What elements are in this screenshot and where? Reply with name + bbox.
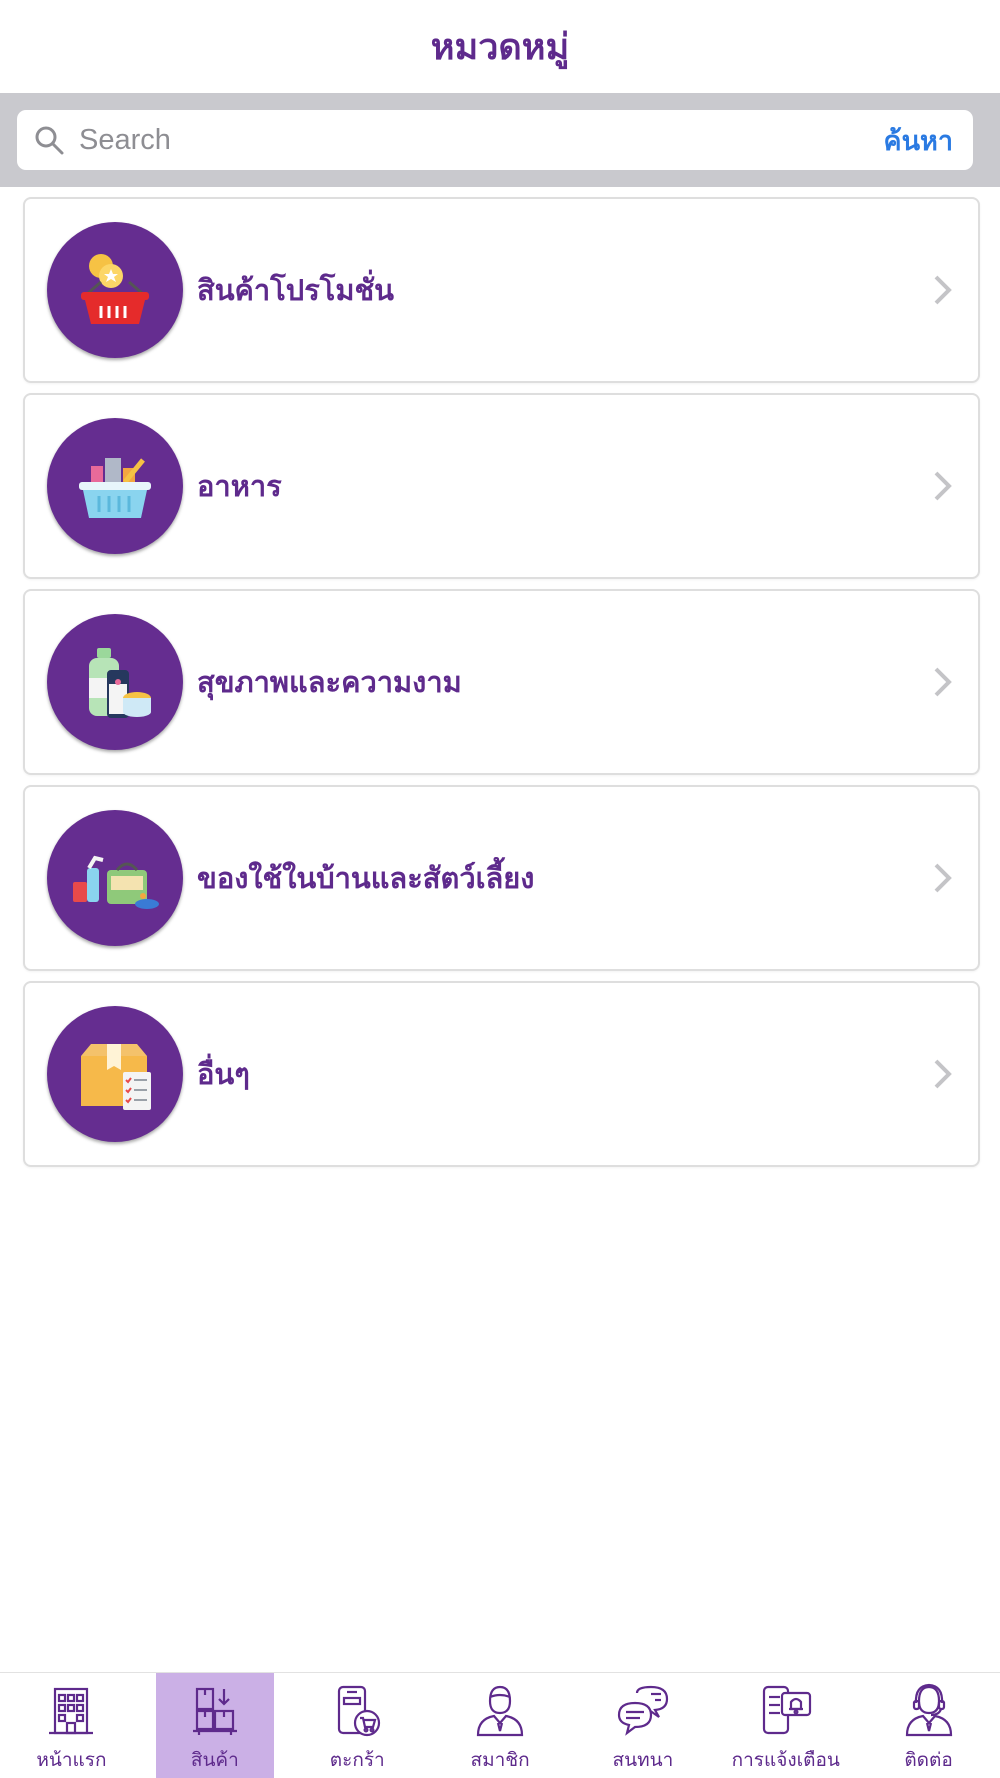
tab-notifications[interactable]: การแจ้งเตือน — [714, 1673, 857, 1778]
household-pets-icon — [47, 810, 183, 946]
category-item-promotion[interactable]: สินค้าโปรโมชั่น — [23, 197, 980, 383]
tab-home[interactable]: หน้าแรก — [0, 1673, 143, 1778]
search-input[interactable] — [79, 123, 884, 157]
boxes-icon — [192, 1687, 237, 1735]
category-item-household-pets[interactable]: ของใช้ในบ้านและสัตว์เลี้ยง — [23, 785, 980, 971]
notification-icon — [762, 1685, 811, 1735]
category-item-health-beauty[interactable]: สุขภาพและความงาม — [23, 589, 980, 775]
category-list: สินค้าโปรโมชั่น อาหาร สุขภาพและความงาม ข… — [23, 197, 980, 1177]
tab-label: สินค้า — [190, 1749, 239, 1771]
search-icon — [35, 126, 64, 155]
tab-label: ติดต่อ — [904, 1749, 953, 1771]
chevron-right-icon — [934, 275, 952, 305]
page-title: หมวดหมู่ — [430, 27, 570, 68]
tab-products[interactable]: สินค้า — [155, 1673, 274, 1778]
chat-icon — [617, 1685, 668, 1736]
tab-label: หน้าแรก — [36, 1749, 107, 1771]
category-label: สินค้าโปรโมชั่น — [197, 273, 394, 307]
tab-label: การแจ้งเตือน — [731, 1749, 840, 1771]
chevron-right-icon — [934, 1059, 952, 1089]
search-bar: ค้นหา — [0, 93, 1000, 187]
food-basket-icon — [47, 418, 183, 554]
header: หมวดหมู่ — [0, 0, 1000, 93]
other-box-icon — [47, 1006, 183, 1142]
category-label: สุขภาพและความงาม — [197, 665, 462, 699]
promotion-basket-icon — [47, 222, 183, 358]
search-field[interactable]: ค้นหา — [17, 110, 973, 170]
category-item-others[interactable]: อื่นๆ — [23, 981, 980, 1167]
category-label: ของใช้ในบ้านและสัตว์เลี้ยง — [197, 861, 535, 895]
health-beauty-icon — [47, 614, 183, 750]
tab-label: สนทนา — [612, 1749, 674, 1771]
tab-contact[interactable]: ติดต่อ — [857, 1673, 1000, 1778]
member-icon — [476, 1685, 524, 1737]
tab-cart[interactable]: ตะกร้า — [286, 1673, 429, 1778]
tab-label: ตะกร้า — [329, 1749, 385, 1771]
building-icon — [49, 1687, 94, 1735]
tab-label: สมาชิก — [470, 1749, 530, 1771]
chevron-right-icon — [934, 863, 952, 893]
search-button[interactable]: ค้นหา — [884, 119, 953, 162]
phone-cart-icon — [338, 1685, 381, 1737]
category-label: อาหาร — [197, 469, 282, 503]
chevron-right-icon — [934, 667, 952, 697]
category-item-food[interactable]: อาหาร — [23, 393, 980, 579]
category-label: อื่นๆ — [197, 1057, 250, 1091]
support-agent-icon — [905, 1683, 952, 1737]
bottom-tab-bar: หน้าแรก สินค้า ตะกร้า สมาชิก สนทนา การแจ… — [0, 1672, 1000, 1778]
tab-member[interactable]: สมาชิก — [429, 1673, 572, 1778]
chevron-right-icon — [934, 471, 952, 501]
tab-chat[interactable]: สนทนา — [571, 1673, 714, 1778]
